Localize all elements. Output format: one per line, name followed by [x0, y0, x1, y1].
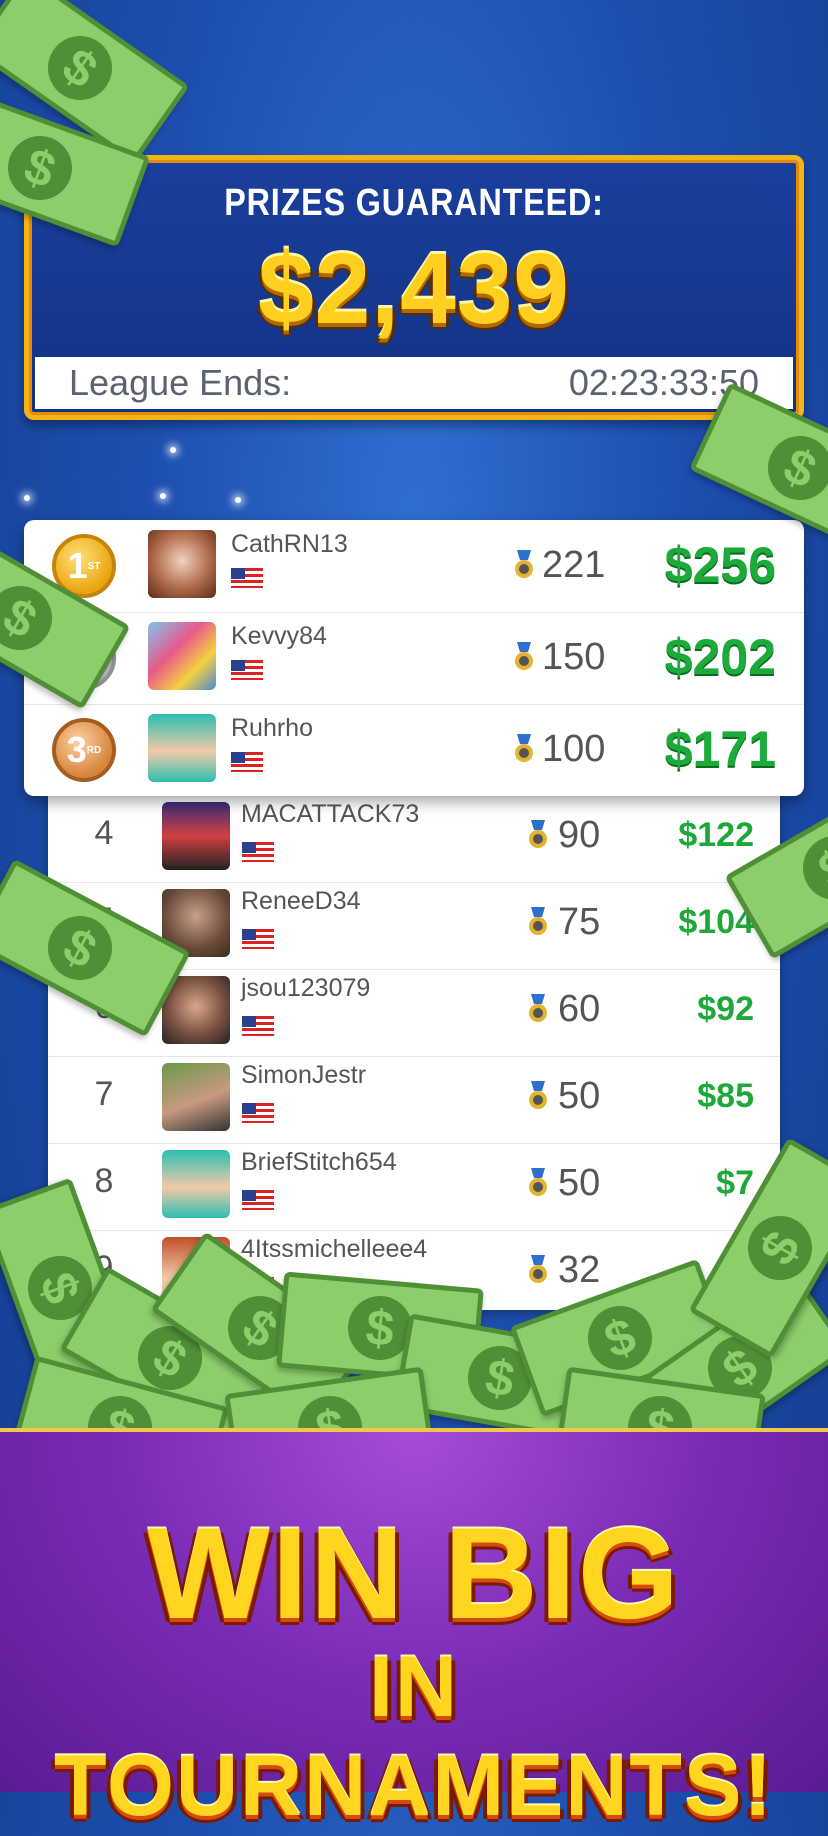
headline-line-2: IN TOURNAMENTS!: [54, 1639, 774, 1834]
bronze-medal-icon: 3 RD: [52, 718, 116, 782]
rank-number: 4: [94, 814, 114, 852]
player-score: 75: [558, 901, 601, 943]
us-flag-icon: [231, 568, 263, 588]
medal-icon: [529, 1168, 547, 1196]
sparkle-star: [160, 493, 166, 499]
headline-line-1: WIN BIG: [147, 1500, 681, 1646]
player-score: 50: [558, 1162, 601, 1204]
us-flag-icon: [231, 660, 263, 680]
prize-amount: $2,439: [258, 233, 570, 345]
medal-icon: [529, 907, 547, 935]
rank-number: 8: [94, 1162, 114, 1200]
medal-icon: [529, 994, 547, 1022]
avatar[interactable]: [162, 802, 230, 870]
league-ends-label: League Ends:: [69, 362, 292, 403]
player-score: 50: [558, 1075, 601, 1117]
player-score: 150: [542, 636, 606, 678]
us-flag-icon: [242, 1190, 274, 1210]
player-prize: $256: [664, 537, 776, 593]
avatar[interactable]: [148, 530, 216, 598]
player-name: jsou123079: [241, 974, 371, 1002]
player-name: 4Itssmichelleee4: [241, 1235, 428, 1263]
medal-icon: [529, 1255, 547, 1283]
player-name: BriefStitch654: [241, 1148, 397, 1176]
table-row[interactable]: 4 MACATTACK73 90 $122: [48, 790, 780, 883]
table-row[interactable]: 3 RD Ruhrho 100 $171: [24, 704, 804, 796]
player-prize: $122: [678, 816, 754, 854]
player-score: 90: [558, 814, 601, 856]
medal-icon: [529, 1081, 547, 1109]
avatar[interactable]: [162, 1063, 230, 1131]
player-name: MACATTACK73: [241, 800, 420, 828]
top-three-card[interactable]: 1ST CathRN13 221 $256 2ND Kevvy84 150 $2…: [24, 520, 804, 796]
medal-icon: [515, 642, 533, 670]
table-row[interactable]: 7 SimonJestr 50 $85: [48, 1051, 780, 1144]
player-prize: $85: [697, 1077, 754, 1115]
medal-icon: [515, 734, 533, 762]
player-name: SimonJestr: [241, 1061, 367, 1089]
sparkle-star: [235, 497, 241, 503]
league-timer-bar: League Ends: 02:23:33:50: [35, 357, 793, 409]
leaderboard-list[interactable]: 4 MACATTACK73 90 $122 5 ReneeD34 75 $104…: [48, 790, 780, 1310]
us-flag-icon: [242, 929, 274, 949]
player-prize: $202: [664, 629, 776, 685]
player-score: 100: [542, 728, 606, 770]
player-score: 221: [542, 544, 606, 586]
player-name: Kevvy84: [231, 622, 327, 650]
us-flag-icon: [242, 1016, 274, 1036]
avatar[interactable]: [148, 622, 216, 690]
player-score: 60: [558, 988, 601, 1030]
player-prize: $7: [716, 1164, 754, 1202]
rank-number: 7: [94, 1075, 114, 1113]
player-name: CathRN13: [231, 530, 348, 558]
sparkle-star: [170, 447, 176, 453]
us-flag-icon: [231, 752, 263, 772]
player-prize: $92: [697, 990, 754, 1028]
table-row[interactable]: 1 ST CathRN13 221 $256: [24, 520, 804, 613]
sparkle-star: [24, 495, 30, 501]
avatar[interactable]: [162, 1150, 230, 1218]
table-row[interactable]: 8 BriefStitch654 50 $7: [48, 1138, 780, 1231]
player-name: Ruhrho: [231, 714, 313, 742]
avatar[interactable]: [148, 714, 216, 782]
prize-title: PRIZES GUARANTEED:: [224, 182, 604, 224]
player-name: ReneeD34: [241, 887, 361, 915]
us-flag-icon: [242, 842, 274, 862]
us-flag-icon: [242, 1103, 274, 1123]
table-row[interactable]: 2ND Kevvy84 150 $202: [24, 612, 804, 705]
player-prize: $171: [664, 721, 776, 777]
medal-icon: [529, 820, 547, 848]
medal-icon: [515, 550, 533, 578]
prize-panel: PRIZES GUARANTEED: $2,439 League Ends: 0…: [24, 155, 804, 420]
player-score: 32: [558, 1249, 601, 1291]
